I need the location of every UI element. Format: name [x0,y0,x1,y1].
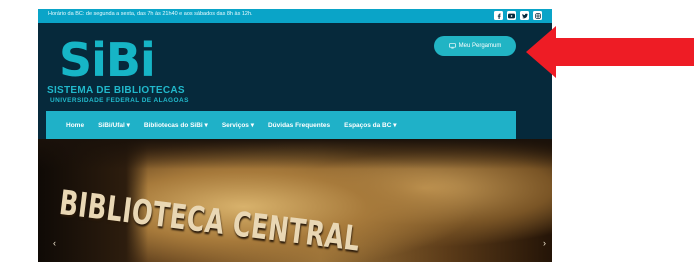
opening-hours-text: Horário da BC: de segunda a sexta, das 7… [48,11,253,17]
nav-item-duvidas[interactable]: Dúvidas Frequentes [268,122,330,129]
main-nav: Home SiBi/Ufal ▾ Bibliotecas do SiBi ▾ S… [46,111,516,139]
meu-pergamum-label: Meu Pergamum [458,43,502,49]
facebook-icon[interactable] [494,11,503,20]
nav-item-espacos[interactable]: Espaços da BC ▾ [344,121,396,129]
youtube-icon[interactable] [507,11,516,20]
slider-next-icon[interactable]: › [543,238,546,248]
hero-shadow-top [38,139,552,169]
hero-slider: BIBLIOTECA CENTRAL ‹ › [38,139,552,262]
nav-item-home[interactable]: Home [66,122,84,129]
slider-prev-icon[interactable]: ‹ [53,238,56,248]
instagram-icon[interactable] [533,11,542,20]
social-links [494,11,542,20]
site-header: SiBi SISTEMA DE BIBLIOTECAS UNIVERSIDADE… [38,23,552,139]
meu-pergamum-button[interactable]: Meu Pergamum [434,36,516,56]
nav-item-bibliotecas[interactable]: Bibliotecas do SiBi ▾ [144,121,208,129]
logo-mark: SiBi [59,33,156,87]
monitor-icon [448,43,456,49]
logo-title: SISTEMA DE BIBLIOTECAS [47,85,185,96]
website: Horário da BC: de segunda a sexta, das 7… [38,9,552,262]
twitter-icon[interactable] [520,11,529,20]
nav-item-sibi-ufal[interactable]: SiBi/Ufal ▾ [98,121,130,129]
red-annotation-arrow-icon [526,26,694,78]
sibi-logo[interactable]: SiBi SISTEMA DE BIBLIOTECAS UNIVERSIDADE… [47,35,207,113]
logo-subtitle: UNIVERSIDADE FEDERAL DE ALAGOAS [50,97,189,104]
top-info-bar: Horário da BC: de segunda a sexta, das 7… [38,9,552,23]
nav-item-servicos[interactable]: Serviços ▾ [222,121,254,129]
